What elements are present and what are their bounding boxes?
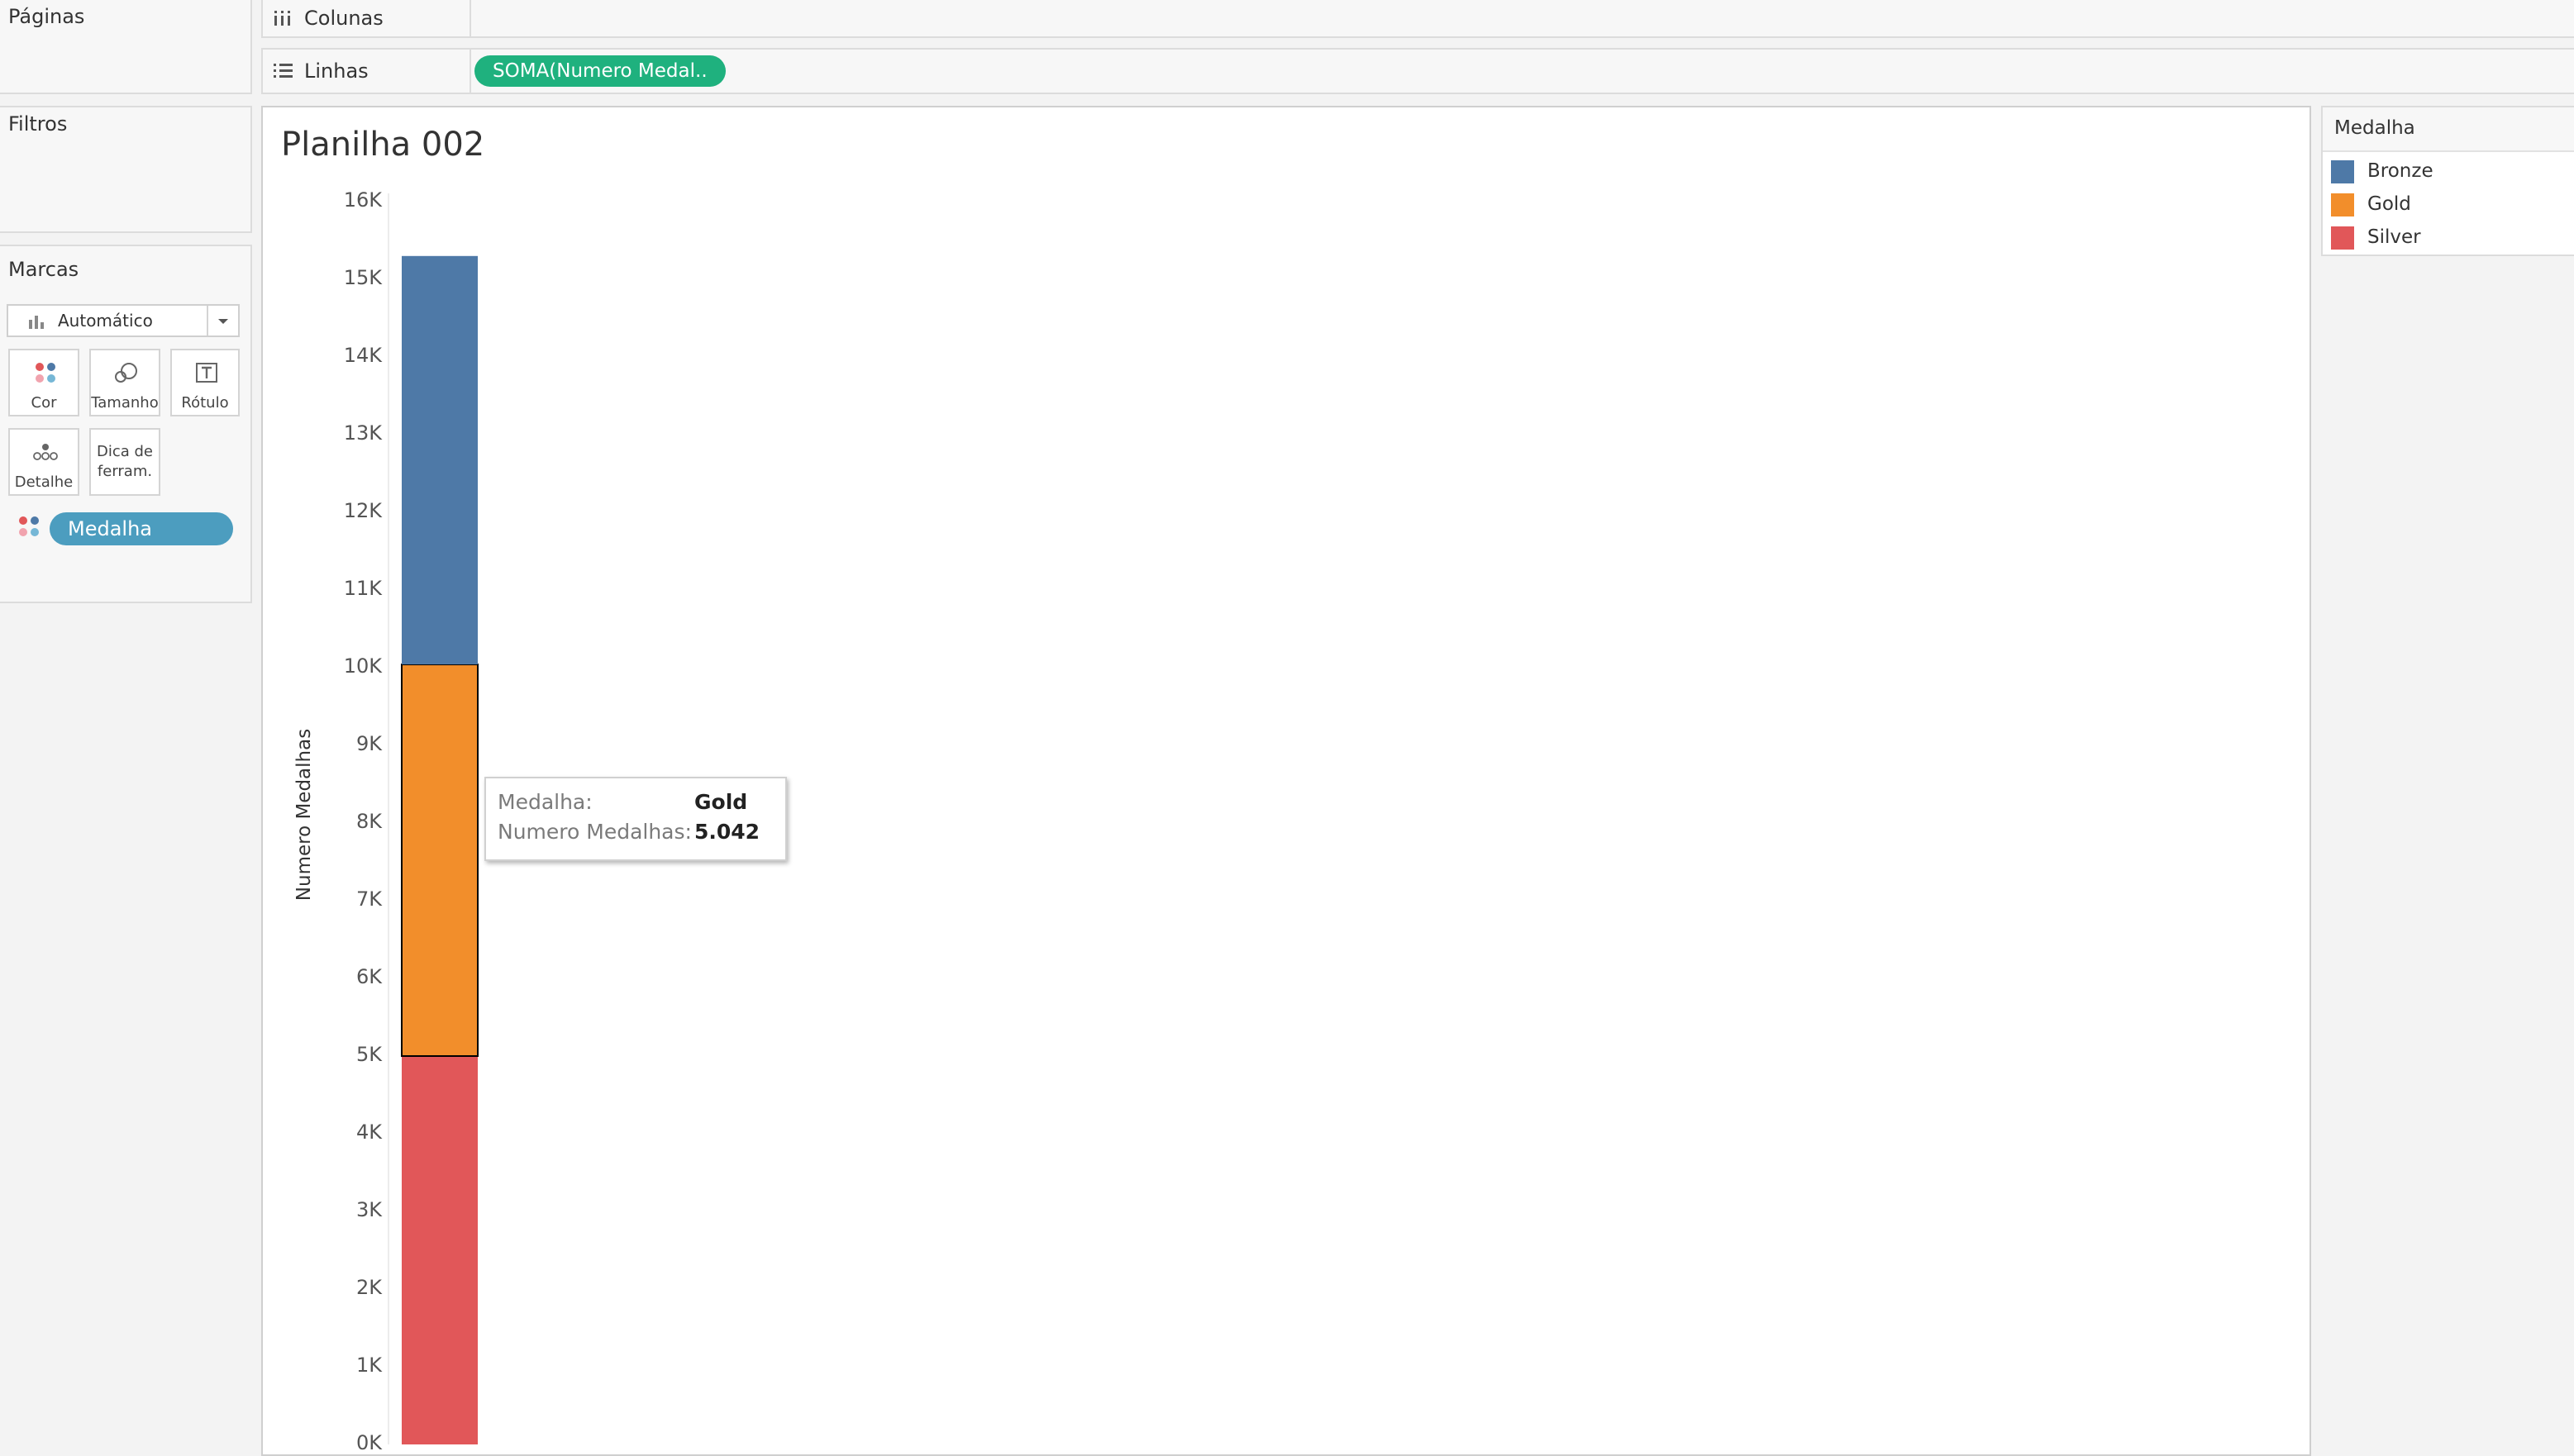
legend-label-silver: Silver — [2367, 226, 2421, 248]
tooltip-button-label-line2: ferram. — [97, 463, 153, 480]
medalha-pill-label: Medalha — [68, 517, 152, 540]
tooltip-value-medalha: Gold — [694, 790, 748, 814]
size-button[interactable]: Tamanho — [89, 349, 160, 416]
mark-tooltip: Medalha: Gold Numero Medalhas: 5.042 — [484, 777, 787, 861]
pages-title: Páginas — [8, 5, 85, 28]
columns-shelf[interactable]: Colunas — [261, 0, 2574, 38]
rows-label: Linhas — [304, 59, 369, 83]
bar-segment-silver[interactable] — [402, 1056, 478, 1444]
color-button[interactable]: Cor — [8, 349, 79, 416]
bar-chart-icon — [29, 316, 44, 329]
label-button-label: Rótulo — [181, 394, 229, 412]
tooltip-key-numero-medalhas: Numero Medalhas: — [498, 820, 692, 844]
legend-title: Medalha — [2334, 117, 2415, 139]
size-circles-icon — [115, 363, 137, 383]
filters-card[interactable]: Filtros — [0, 106, 252, 233]
legend-label-bronze: Bronze — [2367, 160, 2433, 182]
detail-button[interactable]: Detalhe — [8, 428, 79, 496]
worksheet-view[interactable]: Planilha 002 Numero Medalhas 0K 1K 2K 3K 4K 5… — [261, 106, 2311, 1456]
text-label-icon — [196, 363, 217, 383]
detail-dots-icon — [33, 444, 58, 460]
chevron-down-icon[interactable] — [217, 317, 230, 326]
marks-card: Marcas Automático Cor Tamanho Rótulo Det… — [0, 245, 252, 603]
bar-segment-bronze[interactable] — [402, 255, 478, 665]
legend-swatch-bronze — [2331, 160, 2354, 183]
tooltip-button-label-line1: Dica de — [96, 443, 153, 460]
legend-label-gold: Gold — [2367, 193, 2411, 215]
tooltip-key-medalha: Medalha: — [498, 790, 593, 814]
size-button-label: Tamanho — [91, 394, 159, 412]
detail-button-label: Detalhe — [14, 473, 74, 491]
color-dots-icon — [19, 516, 39, 536]
color-button-label: Cor — [31, 394, 57, 412]
dropdown-divider — [207, 306, 208, 335]
filters-title: Filtros — [8, 112, 68, 136]
tooltip-value-numero-medalhas: 5.042 — [694, 820, 760, 844]
columns-label-cell: Colunas — [263, 0, 471, 36]
columns-label: Colunas — [304, 7, 384, 30]
color-legend: Medalha Bronze Gold Silver — [2321, 106, 2574, 256]
legend-swatch-gold — [2331, 193, 2354, 216]
rows-shelf[interactable]: Linhas SOMA(Numero Medal.. — [261, 48, 2574, 94]
legend-swatch-silver — [2331, 226, 2354, 250]
columns-icon — [274, 11, 290, 26]
bar-segment-gold[interactable] — [401, 664, 479, 1057]
medalha-color-pill[interactable]: Medalha — [50, 512, 233, 545]
legend-header: Medalha — [2323, 107, 2574, 152]
rows-icon — [274, 64, 293, 78]
pages-card: Páginas — [0, 0, 252, 94]
rows-pill-label: SOMA(Numero Medal.. — [493, 60, 708, 82]
mark-type-dropdown[interactable]: Automático — [7, 304, 240, 337]
label-button[interactable]: Rótulo — [170, 349, 240, 416]
mark-type-value: Automático — [58, 311, 153, 331]
tooltip-button[interactable]: Dica de ferram. — [89, 428, 160, 496]
color-dots-icon — [36, 363, 55, 383]
rows-measure-pill[interactable]: SOMA(Numero Medal.. — [474, 55, 726, 87]
rows-label-cell: Linhas — [263, 50, 471, 93]
marks-title: Marcas — [8, 258, 79, 281]
